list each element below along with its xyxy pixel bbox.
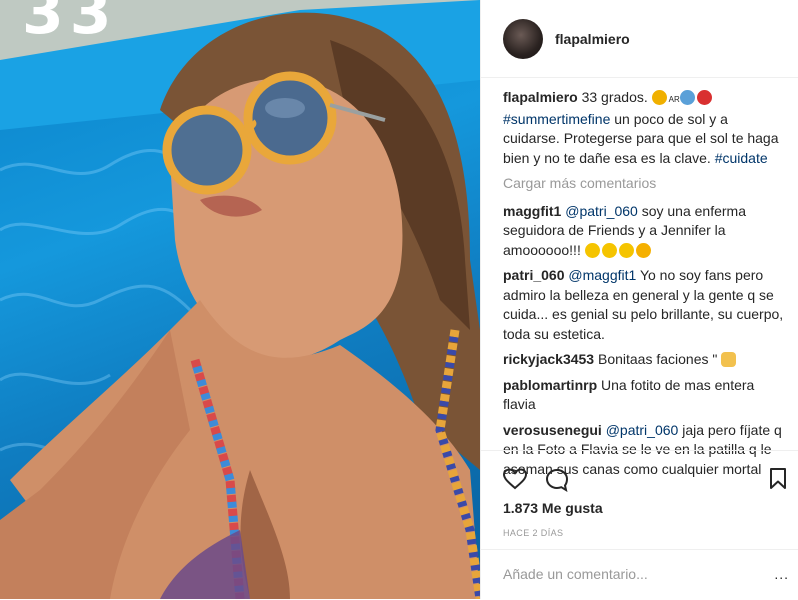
comment-icon[interactable]: [545, 468, 569, 492]
comment-username[interactable]: maggfit1: [503, 203, 561, 219]
grinning-emoji-icon: [584, 242, 600, 258]
comment-mention[interactable]: @maggfit1: [568, 267, 636, 283]
more-options-icon[interactable]: ...: [774, 566, 789, 582]
header-username[interactable]: flapalmiero: [555, 31, 630, 47]
comments-section: flapalmiero 33 grados. AR #summertimefin…: [503, 88, 785, 485]
comment-username[interactable]: rickyjack3453: [503, 351, 594, 367]
kiss-mark-emoji-icon: [696, 90, 712, 105]
ok-hand-emoji-icon: [721, 352, 737, 367]
bookmark-icon[interactable]: [769, 468, 787, 490]
kissing-face-emoji-icon: [635, 242, 651, 258]
comment: patri_060 @maggfit1 Yo no soy fans pero …: [503, 266, 785, 344]
heart-icon[interactable]: [503, 468, 527, 490]
comment-username[interactable]: verosusenegui: [503, 422, 602, 438]
hashtag-cuidate[interactable]: #cuidate: [715, 150, 768, 166]
wink-emoji-icon: [618, 242, 634, 258]
post-header: flapalmiero: [481, 0, 798, 78]
post-photo[interactable]: 33: [0, 0, 480, 599]
ar-flag-emoji-icon: AR: [668, 95, 680, 104]
caption-text-1: 33 grados.: [581, 89, 648, 105]
comment-mention[interactable]: @patri_060: [565, 203, 638, 219]
caption-username[interactable]: flapalmiero: [503, 89, 578, 105]
likes-count[interactable]: 1.873 Me gusta: [503, 500, 603, 516]
comment-mention[interactable]: @patri_060: [606, 422, 679, 438]
hashtag-summertimefine[interactable]: #summertimefine: [503, 111, 610, 127]
add-comment-bar: Añade un comentario... ...: [481, 549, 798, 600]
photo-illustration: [0, 0, 480, 599]
post-actions: 1.873 Me gusta HACE 2 DÍAS: [481, 450, 798, 538]
comment-text: Bonitaas faciones ": [597, 351, 718, 367]
add-comment-input[interactable]: Añade un comentario...: [503, 566, 648, 582]
comment: maggfit1 @patri_060 soy una enferma segu…: [503, 202, 785, 261]
comment-username[interactable]: pablomartinrp: [503, 377, 597, 393]
raising-hands-emoji-icon: [679, 90, 695, 105]
caption: flapalmiero 33 grados. AR #summertimefin…: [503, 88, 785, 168]
comment: pablomartinrp Una fotito de mas entera f…: [503, 376, 785, 415]
comment: rickyjack3453 Bonitaas faciones ": [503, 350, 785, 370]
action-icons: [481, 451, 798, 506]
comment-username[interactable]: patri_060: [503, 267, 564, 283]
load-more-comments[interactable]: Cargar más comentarios: [503, 174, 785, 194]
grinning-emoji-icon: [601, 242, 617, 258]
post-sidebar: flapalmiero flapalmiero 33 grados. AR #s…: [480, 0, 798, 599]
photo-overlay-number: 33: [22, 0, 118, 48]
avatar[interactable]: [503, 18, 543, 59]
post-date[interactable]: HACE 2 DÍAS: [503, 528, 563, 538]
flexed-biceps-emoji-icon: [651, 90, 667, 105]
